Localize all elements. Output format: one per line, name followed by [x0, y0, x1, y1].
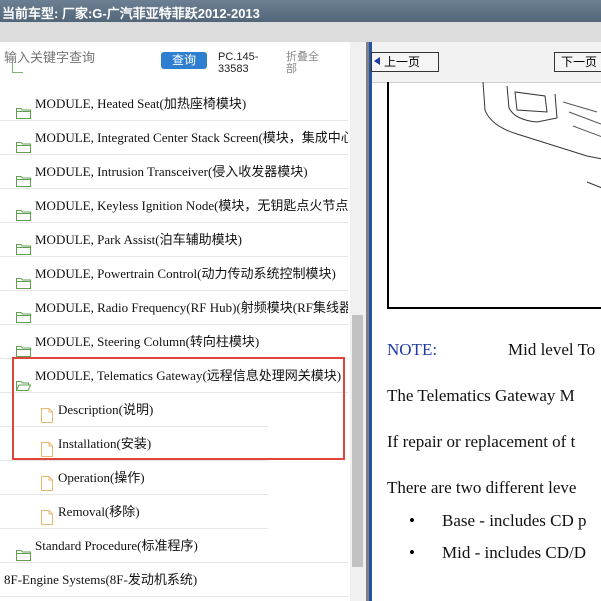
tree-item-label: MODULE, Powertrain Control(动力传动系统控制模块) [35, 266, 336, 281]
folder-icon [16, 302, 31, 324]
tree-item-label: 8F-Engine Systems(8F-发动机系统) [4, 572, 198, 587]
tree-folder-item[interactable]: MODULE, Keyless Ignition Node(模块，无钥匙点火节点 [0, 189, 348, 223]
tree-item-label: MODULE, Keyless Ignition Node(模块，无钥匙点火节点 [35, 198, 348, 213]
paragraph-3: There are two different leve [387, 478, 577, 497]
tree-folder-item[interactable]: Standard Procedure(标准程序) [0, 529, 348, 563]
title-bar: 当前车型: 厂家:G-广汽菲亚特菲跃2012-2013 [0, 0, 601, 22]
scroll-thumb[interactable] [352, 315, 363, 567]
tree-item-label: MODULE, Heated Seat(加热座椅模块) [35, 96, 247, 111]
tree-folder-item[interactable]: MODULE, Heated Seat(加热座椅模块) [0, 87, 348, 121]
tree-item-label: Operation(操作) [58, 470, 145, 485]
paragraph-1: The Telematics Gateway M [387, 386, 575, 405]
folder-icon [16, 132, 31, 154]
tree-folder-item[interactable]: MODULE, Steering Column(转向柱模块) [0, 325, 348, 359]
prev-page-button[interactable]: 上一页 [371, 52, 439, 72]
query-button[interactable]: 查询 [161, 52, 207, 69]
selection-highlight [12, 357, 345, 460]
folder-icon [16, 166, 31, 188]
search-input[interactable] [4, 50, 144, 65]
paragraph-2: If repair or replacement of t [387, 432, 576, 451]
document-icon [41, 470, 53, 494]
tree-item-label: MODULE, Park Assist(泊车辅助模块) [35, 232, 242, 247]
tree-panel: 查询 PC.145-33583 折叠全部 MODULE, Heated Seat… [0, 42, 366, 601]
tree-item-label: Standard Procedure(标准程序) [35, 538, 198, 553]
folder-icon [16, 268, 31, 290]
tree-folder-item[interactable]: MODULE, Powertrain Control(动力传动系统控制模块) [0, 257, 348, 291]
diagram-image [387, 82, 601, 309]
search-box[interactable] [4, 50, 154, 72]
folder-icon [16, 234, 31, 256]
document-panel: 上一页 下一页 NOTE: Mid level To The Telematic… [369, 42, 601, 601]
bullet-icon: • [409, 543, 415, 562]
next-page-button[interactable]: 下一页 [554, 52, 601, 72]
tree-item-label: MODULE, Intrusion Transceiver(侵入收发器模块) [35, 164, 308, 179]
note-label: NOTE: [387, 340, 438, 359]
tree-folder-item[interactable]: MODULE, Integrated Center Stack Screen(模… [0, 121, 348, 155]
collapse-all-link[interactable]: 折叠全部 [286, 51, 326, 75]
prev-page-label: 上一页 [384, 55, 421, 69]
bullet-item: Mid - includes CD/D [442, 543, 587, 562]
tree-item-label: Removal(移除) [58, 504, 140, 519]
folder-icon [16, 336, 31, 358]
tree-item-label: MODULE, Integrated Center Stack Screen(模… [35, 130, 348, 145]
folder-icon [16, 98, 31, 120]
next-page-label: 下一页 [561, 55, 598, 69]
folder-icon [16, 200, 31, 222]
tree-item-label: MODULE, Steering Column(转向柱模块) [35, 334, 260, 349]
toolbar-strip [0, 22, 601, 42]
tree-folder-item[interactable]: MODULE, Park Assist(泊车辅助模块) [0, 223, 348, 257]
bullet-item: Base - includes CD p [442, 511, 587, 530]
pc-code-label: PC.145-33583 [218, 51, 259, 75]
left-arrow-icon [374, 57, 380, 65]
note-text: Mid level To [508, 340, 596, 359]
bullet-icon: • [409, 511, 415, 530]
tree-folder-item[interactable]: MODULE, Radio Frequency(RF Hub)(射频模块(RF集… [0, 291, 348, 325]
tree-item-label: MODULE, Radio Frequency(RF Hub)(射频模块(RF集… [35, 300, 348, 315]
tree-folder-item[interactable]: MODULE, Intrusion Transceiver(侵入收发器模块) [0, 155, 348, 189]
panel-edge [369, 42, 372, 601]
document-icon [41, 504, 53, 528]
tree-folder-item[interactable]: 8F-Engine Systems(8F-发动机系统) [0, 563, 348, 597]
tree-leaf-item[interactable]: Operation(操作) [0, 461, 268, 495]
tree-leaf-item[interactable]: Removal(移除) [0, 495, 268, 529]
folder-icon [16, 540, 31, 562]
current-vehicle-title: 当前车型: 厂家:G-广汽菲亚特菲跃2012-2013 [2, 6, 260, 21]
